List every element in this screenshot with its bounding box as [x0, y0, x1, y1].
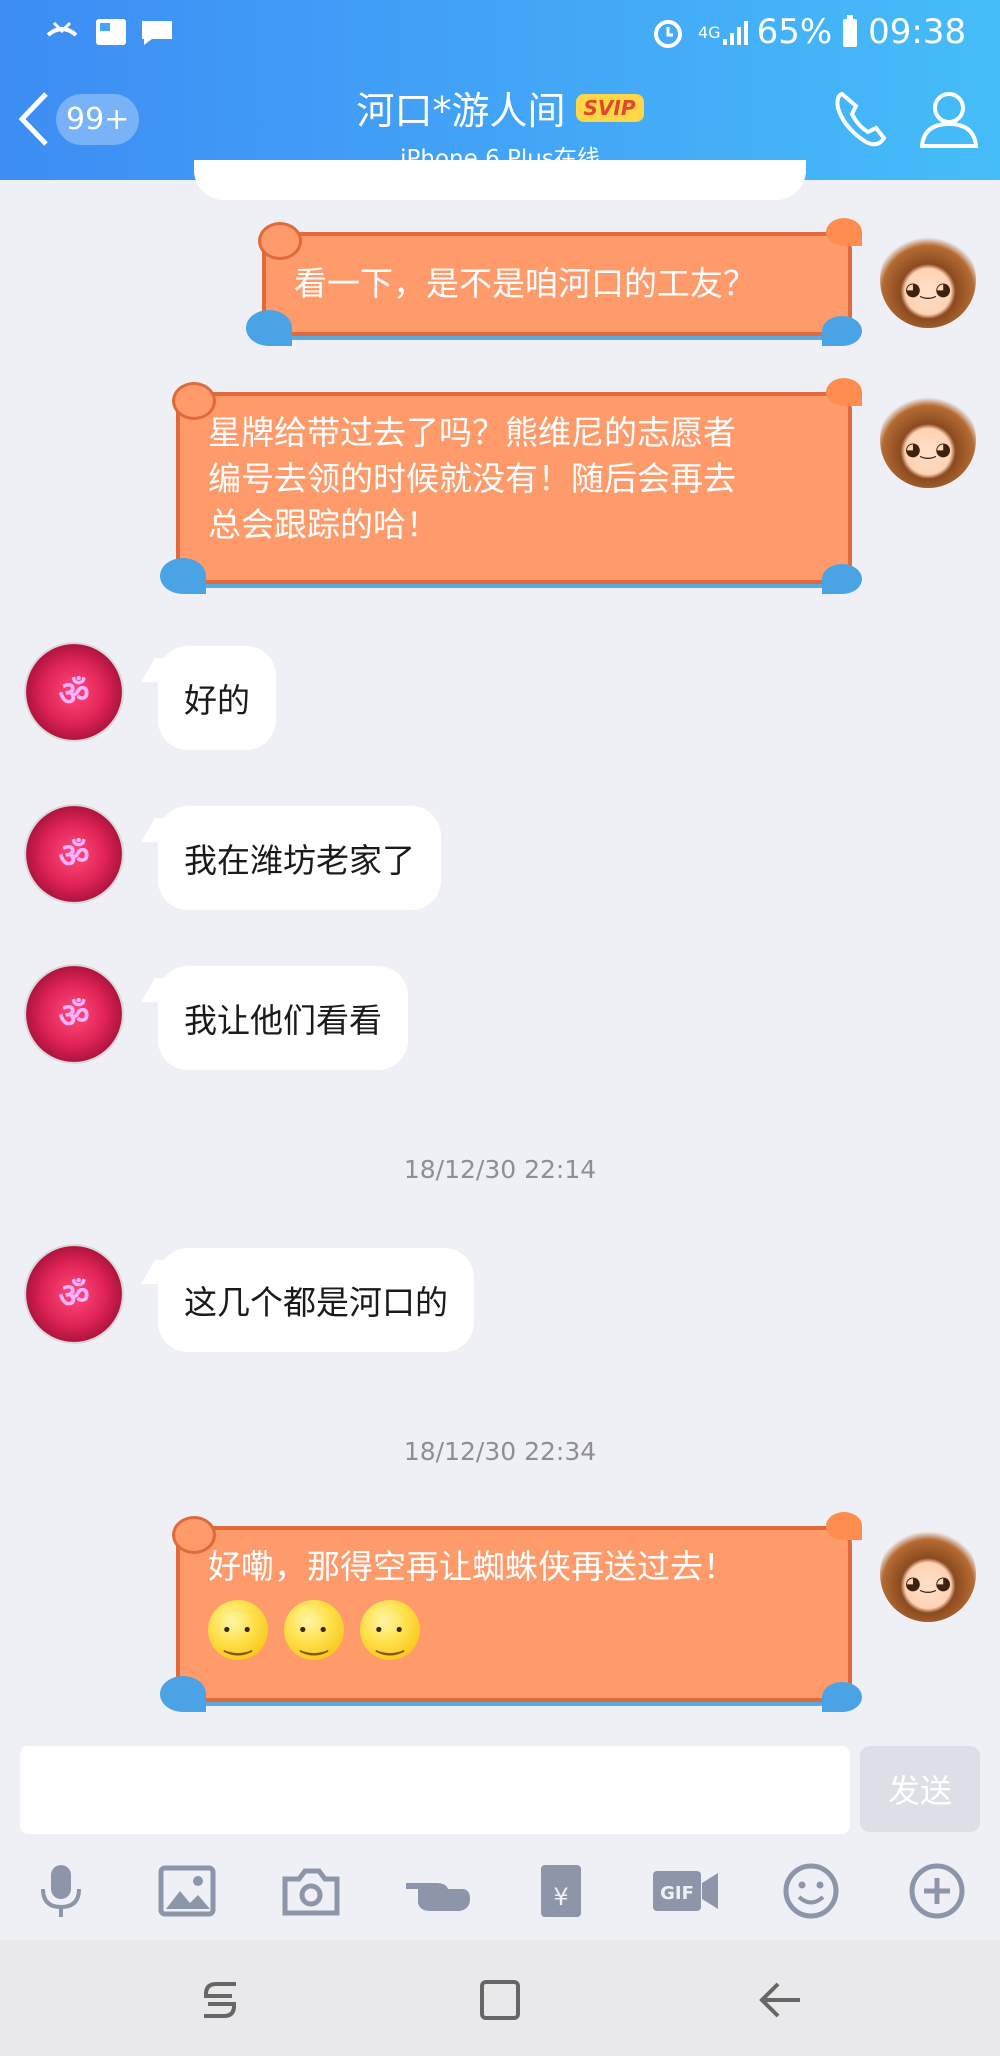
camera-icon[interactable] — [276, 1856, 346, 1926]
battery-icon — [843, 15, 858, 47]
network-type: 4G — [698, 22, 721, 42]
emoji-icon[interactable] — [776, 1856, 846, 1926]
avatar[interactable]: ॐ — [26, 966, 122, 1062]
partial-message-bubble — [194, 160, 806, 200]
message-text: 我让他们看看 — [184, 1001, 382, 1040]
contact-name: 河口*游人间 — [356, 89, 566, 133]
message-text: 看一下，是不是咱河口的工友？ — [294, 264, 756, 303]
status-icons-left — [44, 6, 174, 58]
plus-icon[interactable] — [902, 1856, 972, 1926]
message-text: 这几个都是河口的 — [184, 1283, 448, 1322]
smiley-icon — [208, 1600, 268, 1660]
message-bubble-out[interactable]: 看一下，是不是咱河口的工友？ — [246, 218, 862, 346]
system-nav-bar — [0, 1940, 1000, 2056]
gallery-icon — [96, 19, 126, 45]
call-button[interactable] — [830, 88, 892, 154]
status-icons-right: 4G 65% 09:38 — [650, 6, 966, 58]
avatar[interactable]: ◕‿◕ — [880, 392, 976, 488]
smiley-icon — [360, 1600, 420, 1660]
svip-badge: SVIP — [575, 93, 644, 122]
recent-apps-button[interactable] — [190, 1970, 250, 2030]
message-bubble-out[interactable]: 好嘞，那得空再让蜘蛛侠再送过去！ — [160, 1512, 862, 1712]
avatar[interactable]: ॐ — [26, 644, 122, 740]
recents-icon — [204, 1982, 236, 2018]
battery-percent: 65% — [756, 12, 833, 52]
avatar[interactable]: ◕‿◕ — [880, 1526, 976, 1622]
smiley-icon — [284, 1600, 344, 1660]
gif-icon[interactable]: GIF — [650, 1856, 720, 1926]
message-text: 好嘞，那得空再让蜘蛛侠再送过去！ — [208, 1547, 736, 1586]
message-text-line: 编号去领的时候就没有！随后会再去 — [208, 459, 736, 498]
svg-text:GIF: GIF — [660, 1883, 694, 1904]
profile-button[interactable] — [918, 88, 980, 154]
message-text: 好的 — [184, 681, 250, 720]
message-text-line: 星牌给带过去了吗？熊维尼的志愿者 — [208, 413, 736, 452]
alarm-icon — [654, 20, 682, 48]
home-icon — [480, 1980, 520, 2020]
person-icon — [919, 92, 979, 148]
message-text-line: 总会跟踪的哈！ — [208, 505, 439, 544]
message-text: 我在潍坊老家了 — [184, 841, 415, 880]
message-bubble-in[interactable]: 我让他们看看 — [158, 966, 408, 1070]
avatar[interactable]: ॐ — [26, 1246, 122, 1342]
home-button[interactable] — [470, 1970, 530, 2030]
emoji-row — [208, 1600, 820, 1660]
red-packet-icon[interactable]: ¥ — [526, 1856, 596, 1926]
microphone-icon[interactable] — [26, 1856, 96, 1926]
message-input[interactable] — [20, 1746, 850, 1834]
chat-header: 4G 65% 09:38 99+ 河口*游人间 SVIP iPhone 6 Pl… — [0, 0, 1000, 180]
back-arrow-icon — [759, 1982, 800, 2018]
avatar[interactable]: ॐ — [26, 806, 122, 902]
back-nav-button[interactable] — [750, 1970, 810, 2030]
send-button[interactable]: 发送 — [860, 1746, 980, 1832]
poke-icon[interactable] — [402, 1856, 472, 1926]
message-bubble-in[interactable]: 我在潍坊老家了 — [158, 806, 441, 910]
signal-icon — [722, 21, 748, 45]
message-bubble-in[interactable]: 这几个都是河口的 — [158, 1248, 474, 1352]
message-bubble-out[interactable]: 星牌给带过去了吗？熊维尼的志愿者 编号去领的时候就没有！随后会再去 总会跟踪的哈… — [160, 378, 862, 594]
missed-call-icon — [46, 21, 78, 37]
svg-text:¥: ¥ — [553, 1883, 568, 1911]
clock: 09:38 — [868, 12, 967, 52]
avatar[interactable]: ◕‿◕ — [880, 232, 976, 328]
message-bubble-in[interactable]: 好的 — [158, 646, 276, 750]
message-icon — [142, 21, 172, 45]
phone-icon — [835, 91, 887, 147]
message-timestamp: 18/12/30 22:14 — [403, 1155, 597, 1184]
image-icon[interactable] — [152, 1856, 222, 1926]
message-timestamp: 18/12/30 22:34 — [403, 1437, 597, 1466]
